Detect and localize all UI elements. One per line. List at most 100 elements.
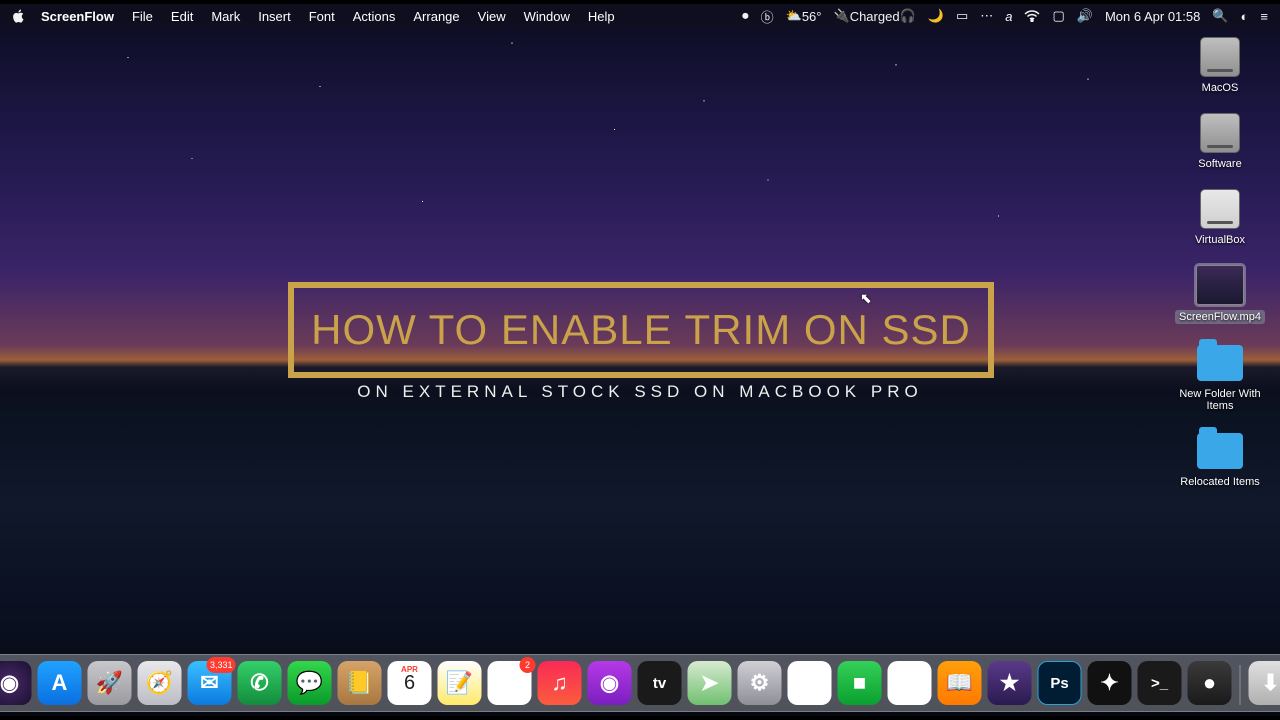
desktop-icon-software[interactable]: Software [1172,112,1268,170]
launchpad-icon: 🚀 [96,670,123,696]
subtitle: ON EXTERNAL STOCK SSD ON MACBOOK PRO [350,382,930,402]
spotlight-icon[interactable]: 🔍 [1212,8,1228,24]
dock-podcasts[interactable]: ◉ [588,661,632,705]
whatsapp-icon: ✆ [250,670,268,696]
temp-value: 56° [802,9,822,24]
drive-icon [1196,36,1244,78]
dock-settings[interactable]: ⚙ [738,661,782,705]
battery-status[interactable]: 🔌 Charged 🎧 [834,8,916,24]
letterbox-bottom [0,716,1280,720]
maps-icon: ➤ [700,670,718,696]
desktop-icon-label: Relocated Items [1180,476,1259,488]
imovie-icon: ★ [1000,670,1020,696]
menu-help[interactable]: Help [579,9,624,24]
menu-arrange[interactable]: Arrange [404,9,468,24]
desktop-icon-screenflow-mp4[interactable]: ScreenFlow.mp4 [1172,264,1268,324]
wifi-icon[interactable] [1024,10,1040,22]
desktop-icons-column: MacOS Software VirtualBox ScreenFlow.mp4 New… [1172,36,1268,488]
dock-maps[interactable]: ➤ [688,661,732,705]
airplay-icon[interactable]: ▢ [1052,8,1064,24]
menubar-app[interactable]: ScreenFlow [32,9,123,24]
dock-photoshop[interactable]: Ps [1038,661,1082,705]
desktop-icon-label: New Folder With Items [1172,388,1268,412]
menu-insert[interactable]: Insert [249,9,300,24]
menu-edit[interactable]: Edit [162,9,202,24]
dock-reminders[interactable]: ☑2 [488,661,532,705]
terminal-icon: >_ [1151,675,1168,692]
settings-icon: ⚙ [750,670,770,696]
books-icon: 📖 [946,670,973,696]
bartender-icon[interactable]: ⋯ [980,8,993,24]
music-icon: ♫ [551,670,568,696]
alpha-icon[interactable]: a [1005,9,1012,24]
dock-facetime[interactable]: ■ [838,661,882,705]
dock-safari[interactable]: 🧭 [138,661,182,705]
dock-launchpad[interactable]: 🚀 [88,661,132,705]
messages-icon: 💬 [296,670,323,696]
dock-separator [1240,665,1241,705]
dock-news[interactable]: N [888,661,932,705]
notification-center-icon[interactable]: ≡ [1260,9,1268,24]
dock-terminal[interactable]: >_ [1138,661,1182,705]
video-record-icon[interactable]: ⏺ [742,8,749,24]
dock-calendar[interactable]: APR6 [388,661,432,705]
appstore-icon: A [52,670,68,696]
reminders-icon: ☑ [500,670,520,696]
photos-icon: ✿ [800,670,818,696]
menu-view[interactable]: View [469,9,515,24]
desktop-icon-new-folder-with-items[interactable]: New Folder With Items [1172,342,1268,412]
display-icon[interactable]: ▭ [956,8,968,24]
facetime-icon: ■ [853,670,866,696]
siri-menubar-icon[interactable]: ◐ [1241,9,1249,24]
dnd-icon[interactable]: 🌙 [928,8,944,24]
dock-music[interactable]: ♫ [538,661,582,705]
drive-icon [1196,112,1244,154]
desktop-icon-label: VirtualBox [1195,234,1245,246]
desktop-icon-relocated-items[interactable]: Relocated Items [1172,430,1268,488]
menu-mark[interactable]: Mark [202,9,249,24]
desktop-icon-label: MacOS [1202,82,1239,94]
mail-icon: ✉ [200,670,218,696]
dock-siri[interactable]: ◉ [0,661,32,705]
dock-tv[interactable]: tv [638,661,682,705]
desktop-icon-label: ScreenFlow.mp4 [1175,310,1265,324]
title-main: HOW TO ENABLE TRIM ON SSD [311,306,971,354]
dock-books[interactable]: 📖 [938,661,982,705]
siri-icon: ◉ [0,670,19,696]
weather-status[interactable]: ⛅ 56° [786,8,822,24]
dock-screenflow[interactable]: ● [1188,661,1232,705]
drive-ext-icon [1196,188,1244,230]
title-box: HOW TO ENABLE TRIM ON SSD [288,282,994,378]
desktop-icon-virtualbox[interactable]: VirtualBox [1172,188,1268,246]
beats-icon[interactable]: ⓑ [761,7,774,26]
dock-notes[interactable]: 📝 [438,661,482,705]
dock-tidal[interactable]: ✦ [1088,661,1132,705]
menu-file[interactable]: File [123,9,162,24]
dock-imovie[interactable]: ★ [988,661,1032,705]
dock-whatsapp[interactable]: ✆ [238,661,282,705]
notes-icon: 📝 [446,670,473,696]
dock-mail[interactable]: ✉3,331 [188,661,232,705]
mail-badge: 3,331 [207,657,236,673]
menu-window[interactable]: Window [515,9,579,24]
menu-actions[interactable]: Actions [344,9,405,24]
video-icon [1196,264,1244,306]
dock-appstore[interactable]: A [38,661,82,705]
dock-downloads[interactable]: ⬇ [1249,661,1280,705]
desktop-icon-label: Software [1198,158,1241,170]
downloads-icon: ⬇ [1261,670,1279,696]
clock[interactable]: Mon 6 Apr 01:58 [1105,9,1200,24]
dock-messages[interactable]: 💬 [288,661,332,705]
desktop-icon-macos[interactable]: MacOS [1172,36,1268,94]
tidal-icon: ✦ [1100,670,1118,696]
apple-menu-icon[interactable] [12,9,32,23]
battery-label: Charged [850,9,900,24]
photoshop-icon: Ps [1050,675,1068,692]
safari-icon: 🧭 [146,670,173,696]
dock-contacts[interactable]: 📒 [338,661,382,705]
dock-photos[interactable]: ✿ [788,661,832,705]
menu-font[interactable]: Font [300,9,344,24]
calendar-day: 6 [404,672,415,695]
reminders-badge: 2 [520,657,536,673]
volume-icon[interactable]: 🔊 [1077,8,1093,24]
